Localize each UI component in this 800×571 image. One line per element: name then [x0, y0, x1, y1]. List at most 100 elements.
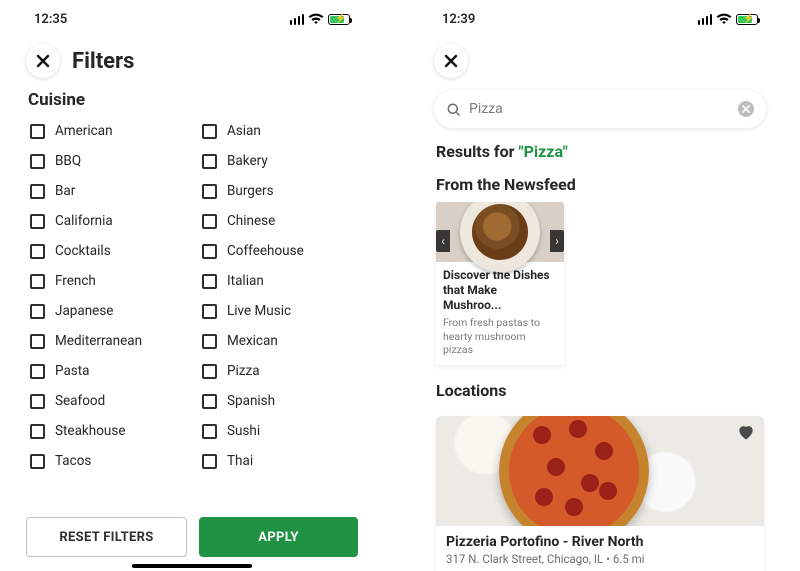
cuisine-label: Italian [227, 273, 264, 289]
clear-search-button[interactable] [738, 101, 754, 117]
cuisine-option[interactable]: French [20, 266, 192, 296]
cuisine-label: American [55, 123, 113, 139]
cuisine-option[interactable]: Coffeehouse [192, 236, 364, 266]
cuisine-option[interactable]: Mexican [192, 326, 364, 356]
cuisine-option[interactable]: American [20, 116, 192, 146]
close-icon [36, 54, 50, 68]
results-prefix: Results for [436, 142, 519, 161]
checkbox-icon [30, 334, 45, 349]
newsfeed-heading: From the Newsfeed [416, 175, 784, 202]
checkbox-icon [202, 304, 217, 319]
checkbox-icon [202, 274, 217, 289]
location-card[interactable]: Pizzeria Portofino - River North 317 N. … [436, 416, 764, 571]
cuisine-label: French [55, 273, 96, 289]
cuisine-option[interactable]: Pizza [192, 356, 364, 386]
newsfeed-card-desc: From fresh pastas to hearty mushroom piz… [443, 316, 557, 357]
cuisine-label: Bar [55, 183, 75, 199]
cuisine-label: California [55, 213, 113, 229]
results-query: "Pizza" [519, 142, 568, 161]
cuisine-label: Cocktails [55, 243, 111, 259]
checkbox-icon [202, 424, 217, 439]
cuisine-label: Live Music [227, 303, 291, 319]
status-icons: ⚡ [290, 13, 351, 25]
cuisine-label: Steakhouse [55, 423, 125, 439]
cuisine-label: BBQ [55, 153, 81, 169]
favorite-button[interactable] [736, 422, 756, 446]
checkbox-icon [202, 214, 217, 229]
cuisine-option[interactable]: Bar [20, 176, 192, 206]
screen-search: 12:39 ⚡ Results for "Pizza" Fro [416, 0, 784, 571]
checkbox-icon [202, 394, 217, 409]
cuisine-option[interactable]: Italian [192, 266, 364, 296]
cuisine-options: American Asian BBQ Bakery Bar Burgers Californ… [8, 116, 376, 476]
cuisine-option[interactable]: Thai [192, 446, 364, 476]
checkbox-icon [30, 244, 45, 259]
checkbox-icon [30, 304, 45, 319]
cuisine-label: Japanese [55, 303, 113, 319]
close-button[interactable] [434, 44, 468, 78]
close-icon [444, 54, 458, 68]
cuisine-label: Pasta [55, 363, 90, 379]
screen-filters: 12:35 ⚡ Filters Cuisine AmericanAsianBBQ… [8, 0, 376, 571]
checkbox-icon [30, 124, 45, 139]
results-heading: Results for "Pizza" [416, 142, 784, 175]
location-image [436, 416, 764, 526]
cuisine-label: Thai [227, 453, 253, 469]
cuisine-option[interactable]: BBQ [20, 146, 192, 176]
checkbox-icon [30, 214, 45, 229]
home-indicator [132, 564, 252, 568]
checkbox-icon [30, 394, 45, 409]
apply-button[interactable]: APPLY [199, 517, 358, 557]
status-time: 12:39 [442, 12, 475, 27]
cellular-icon [698, 14, 713, 25]
checkbox-icon [30, 154, 45, 169]
section-heading-cuisine: Cuisine [8, 88, 376, 116]
checkbox-icon [202, 364, 217, 379]
close-button[interactable] [26, 44, 60, 78]
locations-heading: Locations [416, 365, 784, 408]
wifi-icon [716, 13, 732, 25]
cuisine-label: Mediterranean [55, 333, 142, 349]
cuisine-label: Chinese [227, 213, 275, 229]
cuisine-label: Asian [227, 123, 261, 139]
cellular-icon [290, 14, 305, 25]
search-icon [446, 102, 461, 117]
cuisine-option[interactable]: Pasta [20, 356, 192, 386]
status-time: 12:35 [34, 12, 67, 27]
carousel-next-button[interactable]: › [550, 230, 564, 252]
cuisine-label: Mexican [227, 333, 278, 349]
checkbox-icon [202, 124, 217, 139]
checkbox-icon [202, 454, 217, 469]
cuisine-label: Pizza [227, 363, 260, 379]
cuisine-option[interactable]: Spanish [192, 386, 364, 416]
checkbox-icon [30, 424, 45, 439]
newsfeed-card[interactable]: Discover the Dishes that Make Mushroo...… [436, 202, 564, 365]
cuisine-option[interactable]: Chinese [192, 206, 364, 236]
cuisine-option[interactable]: Tacos [20, 446, 192, 476]
status-bar: 12:39 ⚡ [416, 8, 784, 30]
cuisine-option[interactable]: Sushi [192, 416, 364, 446]
reset-filters-button[interactable]: RESET FILTERS [26, 517, 187, 557]
cuisine-option[interactable]: Seafood [20, 386, 192, 416]
cuisine-label: Seafood [55, 393, 105, 409]
checkbox-icon [30, 274, 45, 289]
cuisine-option[interactable]: Asian [192, 116, 364, 146]
cuisine-label: Tacos [55, 453, 91, 469]
cuisine-option[interactable]: Burgers [192, 176, 364, 206]
close-icon [742, 105, 750, 113]
carousel-prev-button[interactable]: ‹ [436, 230, 450, 252]
search-input[interactable] [469, 101, 730, 117]
cuisine-option[interactable]: Japanese [20, 296, 192, 326]
cuisine-option[interactable]: Bakery [192, 146, 364, 176]
search-bar[interactable] [434, 90, 766, 128]
cuisine-label: Coffeehouse [227, 243, 304, 259]
cuisine-option[interactable]: Live Music [192, 296, 364, 326]
cuisine-option[interactable]: California [20, 206, 192, 236]
status-bar: 12:35 ⚡ [8, 8, 376, 30]
wifi-icon [308, 13, 324, 25]
cuisine-label: Burgers [227, 183, 274, 199]
cuisine-label: Bakery [227, 153, 268, 169]
cuisine-option[interactable]: Cocktails [20, 236, 192, 266]
cuisine-option[interactable]: Steakhouse [20, 416, 192, 446]
cuisine-option[interactable]: Mediterranean [20, 326, 192, 356]
